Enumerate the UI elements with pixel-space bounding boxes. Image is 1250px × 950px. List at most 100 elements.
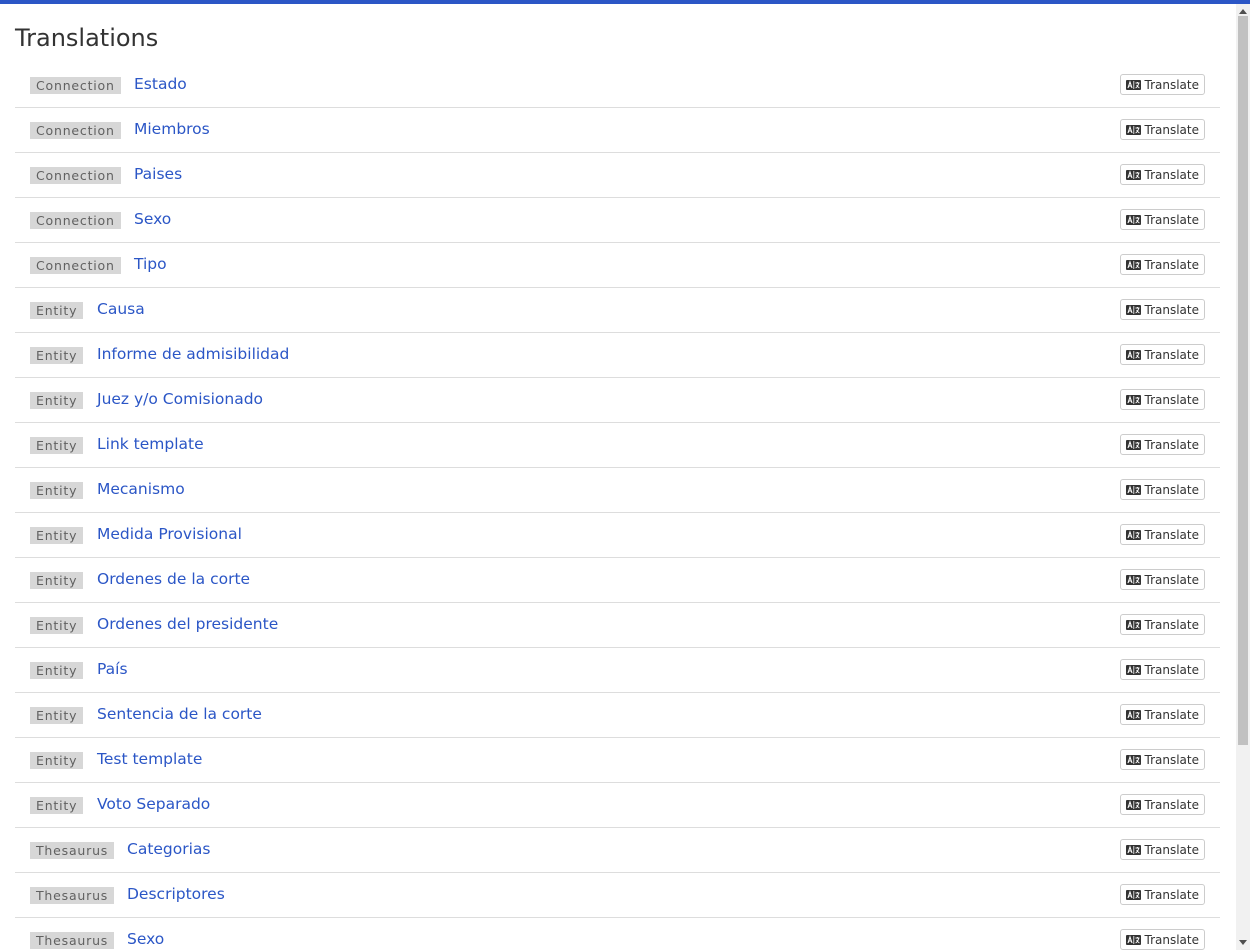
translation-row: Entity Link template Translate — [15, 423, 1220, 468]
translation-row: Entity Mecanismo Translate — [15, 468, 1220, 513]
item-name-link[interactable]: Causa — [97, 299, 145, 319]
translate-button[interactable]: Translate — [1119, 569, 1205, 590]
item-name-link[interactable]: Juez y/o Comisionado — [97, 389, 263, 409]
type-badge: Entity — [30, 302, 84, 319]
translate-button[interactable]: Translate — [1119, 119, 1205, 140]
translate-button-label: Translate — [1144, 212, 1200, 227]
type-badge: Entity — [30, 752, 84, 769]
scrollbar-thumb[interactable] — [1238, 16, 1248, 745]
item-name-link[interactable]: Link template — [97, 434, 204, 454]
type-badge: Entity — [30, 617, 84, 634]
language-icon — [1125, 619, 1141, 630]
translate-button[interactable]: Translate — [1119, 299, 1205, 320]
item-name-link[interactable]: Estado — [134, 74, 187, 94]
item-name-link[interactable]: Ordenes del presidente — [97, 614, 278, 634]
translate-button[interactable]: Translate — [1119, 704, 1205, 725]
language-icon — [1125, 304, 1141, 315]
item-name-link[interactable]: Descriptores — [127, 884, 225, 904]
type-badge: Entity — [30, 347, 84, 364]
item-name-link[interactable]: Sentencia de la corte — [97, 704, 262, 724]
language-icon — [1125, 529, 1141, 540]
language-icon — [1125, 844, 1141, 855]
item-name-link[interactable]: Voto Separado — [97, 794, 210, 814]
type-badge: Connection — [30, 212, 121, 229]
vertical-scrollbar[interactable] — [1236, 4, 1250, 950]
scroll-down-arrow-icon[interactable] — [1239, 940, 1247, 945]
translate-button-label: Translate — [1144, 572, 1200, 587]
translate-button-label: Translate — [1144, 77, 1200, 92]
item-name-link[interactable]: Tipo — [134, 254, 167, 274]
translation-row: Connection Paises Translate — [15, 153, 1220, 198]
translate-button[interactable]: Translate — [1119, 884, 1205, 905]
translation-row: Connection Tipo Translate — [15, 243, 1220, 288]
translations-page: Translations Connection Estado Translate Co… — [0, 4, 1236, 950]
translate-button[interactable]: Translate — [1119, 479, 1205, 500]
type-badge: Entity — [30, 797, 84, 814]
translate-button[interactable]: Translate — [1119, 659, 1205, 680]
translation-row: Entity Causa Translate — [15, 288, 1220, 333]
item-name-link[interactable]: Medida Provisional — [97, 524, 242, 544]
item-name-link[interactable]: País — [97, 659, 128, 679]
type-badge: Entity — [30, 707, 84, 724]
language-icon — [1125, 664, 1141, 675]
translation-row: Connection Miembros Translate — [15, 108, 1220, 153]
translate-button[interactable]: Translate — [1119, 614, 1205, 635]
language-icon — [1125, 259, 1141, 270]
translate-button[interactable]: Translate — [1119, 344, 1205, 365]
translate-button-label: Translate — [1144, 887, 1200, 902]
translation-row: Entity Ordenes de la corte Translate — [15, 558, 1220, 603]
translation-row: Entity Informe de admisibilidad Translate — [15, 333, 1220, 378]
language-icon — [1125, 169, 1141, 180]
item-name-link[interactable]: Sexo — [127, 929, 164, 949]
language-icon — [1125, 709, 1141, 720]
translation-row: Thesaurus Descriptores Translate — [15, 873, 1220, 918]
item-name-link[interactable]: Informe de admisibilidad — [97, 344, 289, 364]
item-name-link[interactable]: Mecanismo — [97, 479, 185, 499]
translate-button[interactable]: Translate — [1119, 839, 1205, 860]
scroll-up-arrow-icon[interactable] — [1239, 9, 1247, 14]
translate-button[interactable]: Translate — [1119, 164, 1205, 185]
item-name-link[interactable]: Test template — [97, 749, 202, 769]
type-badge: Thesaurus — [30, 932, 115, 949]
translate-button-label: Translate — [1144, 932, 1200, 947]
type-badge: Entity — [30, 662, 84, 679]
type-badge: Connection — [30, 257, 121, 274]
translate-button-label: Translate — [1144, 752, 1200, 767]
translate-button[interactable]: Translate — [1119, 794, 1205, 815]
type-badge: Connection — [30, 77, 121, 94]
translation-row: Connection Estado Translate — [15, 63, 1220, 108]
language-icon — [1125, 214, 1141, 225]
item-name-link[interactable]: Ordenes de la corte — [97, 569, 250, 589]
language-icon — [1125, 754, 1141, 765]
item-name-link[interactable]: Miembros — [134, 119, 210, 139]
language-icon — [1125, 349, 1141, 360]
language-icon — [1125, 799, 1141, 810]
translate-button[interactable]: Translate — [1119, 434, 1205, 455]
translate-button[interactable]: Translate — [1119, 929, 1205, 950]
language-icon — [1125, 394, 1141, 405]
translate-button[interactable]: Translate — [1119, 254, 1205, 275]
translation-row: Entity Ordenes del presidente Translate — [15, 603, 1220, 648]
translation-row: Entity Medida Provisional Translate — [15, 513, 1220, 558]
translate-button[interactable]: Translate — [1119, 74, 1205, 95]
translate-button-label: Translate — [1144, 617, 1200, 632]
translate-button-label: Translate — [1144, 167, 1200, 182]
translation-row: Entity Sentencia de la corte Translate — [15, 693, 1220, 738]
translate-button-label: Translate — [1144, 662, 1200, 677]
translate-button[interactable]: Translate — [1119, 524, 1205, 545]
translation-row: Entity Juez y/o Comisionado Translate — [15, 378, 1220, 423]
translation-row: Connection Sexo Translate — [15, 198, 1220, 243]
item-name-link[interactable]: Categorias — [127, 839, 211, 859]
translate-button[interactable]: Translate — [1119, 389, 1205, 410]
page-title: Translations — [15, 24, 159, 52]
type-badge: Connection — [30, 122, 121, 139]
language-icon — [1125, 79, 1141, 90]
item-name-link[interactable]: Paises — [134, 164, 182, 184]
item-name-link[interactable]: Sexo — [134, 209, 171, 229]
translations-list: Connection Estado Translate Connection Miemb… — [15, 63, 1220, 950]
translate-button[interactable]: Translate — [1119, 209, 1205, 230]
translate-button-label: Translate — [1144, 527, 1200, 542]
translate-button-label: Translate — [1144, 482, 1200, 497]
translate-button[interactable]: Translate — [1119, 749, 1205, 770]
type-badge: Entity — [30, 572, 84, 589]
